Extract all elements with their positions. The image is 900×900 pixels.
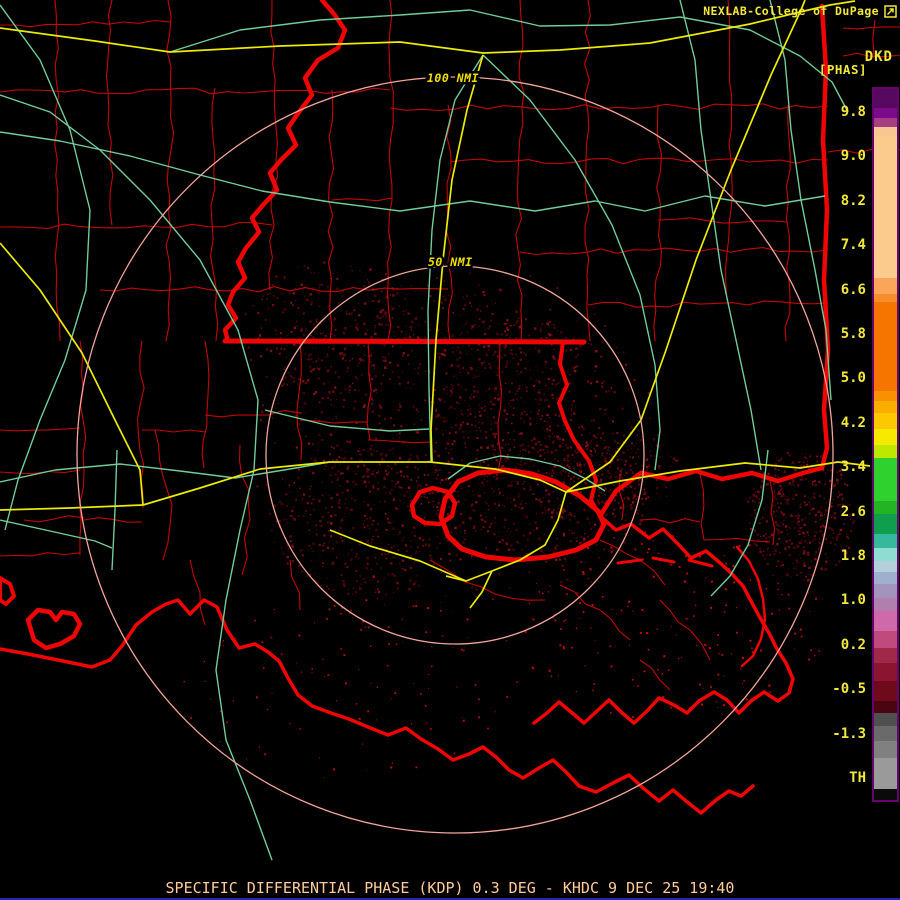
- colorbar-segment: [874, 136, 897, 278]
- colorbar-segment: [874, 789, 897, 800]
- colorbar: [872, 87, 899, 802]
- colorbar-tick-label: 3.4: [840, 459, 866, 475]
- colorbar-tick-label: -0.5: [832, 681, 866, 697]
- product-units-label: [PHAS]: [818, 62, 867, 77]
- colorbar-segment: [874, 598, 897, 611]
- colorbar-segment: [874, 458, 897, 501]
- colorbar-segment: [874, 127, 897, 136]
- colorbar-tick-label: 1.8: [840, 548, 866, 564]
- ring-label-100nmi: 100 NMI: [427, 71, 479, 85]
- colorbar-tick-label: 4.2: [840, 415, 866, 431]
- range-rings-layer: [76, 76, 834, 834]
- colorbar-tick-label: 8.2: [840, 193, 866, 209]
- colorbar-segment: [874, 302, 897, 391]
- colorbar-segment: [874, 534, 897, 548]
- colorbar-segment: [874, 294, 897, 302]
- brand-link[interactable]: NEXLAB-College of DuPage: [703, 4, 897, 18]
- colorbar-tick-label: 5.0: [840, 370, 866, 386]
- colorbar-tick-label: 9.8: [840, 104, 866, 120]
- colorbar-segment: [874, 726, 897, 741]
- brand-label: NEXLAB-College of DuPage: [703, 4, 879, 18]
- product-title: SPECIFIC DIFFERENTIAL PHASE (KDP) 0.3 DE…: [165, 879, 735, 897]
- colorbar-segment: [874, 584, 897, 598]
- colorbar-segment: [874, 89, 897, 108]
- colorbar-tick-label: 5.8: [840, 326, 866, 342]
- colorbar-tick-label: -1.3: [832, 726, 866, 742]
- colorbar-tick-label: 9.0: [840, 148, 866, 164]
- colorbar-segment: [874, 391, 897, 401]
- colorbar-segment: [874, 631, 897, 648]
- county-boundaries-layer: [0, 0, 900, 691]
- ring-label-50nmi: 50 NMI: [428, 255, 473, 269]
- radar-map-image: 100 NMI 50 NMI: [0, 0, 900, 861]
- colorbar-segment: [874, 663, 897, 681]
- colorbar-segment: [874, 278, 897, 294]
- radar-viewer: 100 NMI 50 NMI NEXLAB-College of DuPage …: [0, 0, 900, 900]
- colorbar-segment: [874, 561, 897, 572]
- radar-echo-layer: [241, 261, 856, 652]
- colorbar-tick-label: 2.6: [840, 504, 866, 520]
- colorbar-segment: [874, 108, 897, 118]
- colorbar-segment: [874, 118, 897, 127]
- colorbar-tick-label: 6.6: [840, 282, 866, 298]
- colorbar-segment: [874, 501, 897, 514]
- colorbar-segment: [874, 648, 897, 663]
- external-link-icon: [884, 4, 897, 18]
- colorbar-segment: [874, 681, 897, 701]
- colorbar-segment: [874, 713, 897, 726]
- colorbar-segment: [874, 429, 897, 445]
- product-code-label: DKD: [864, 49, 893, 65]
- colorbar-segment: [874, 611, 897, 631]
- colorbar-segment: [874, 514, 897, 534]
- colorbar-tick-label: 1.0: [840, 592, 866, 608]
- colorbar-segment: [874, 701, 897, 713]
- colorbar-segment: [874, 445, 897, 458]
- colorbar-tick-label: 7.4: [840, 237, 866, 253]
- secondary-roads-layer: [0, 0, 849, 861]
- colorbar-segment: [874, 758, 897, 789]
- colorbar-segment: [874, 572, 897, 584]
- colorbar-segment: [874, 548, 897, 561]
- colorbar-tick-label: 0.2: [840, 637, 866, 653]
- colorbar-segment: [874, 413, 897, 429]
- colorbar-segment: [874, 741, 897, 758]
- colorbar-segment: [874, 401, 897, 413]
- colorbar-tick-label: TH: [849, 770, 866, 786]
